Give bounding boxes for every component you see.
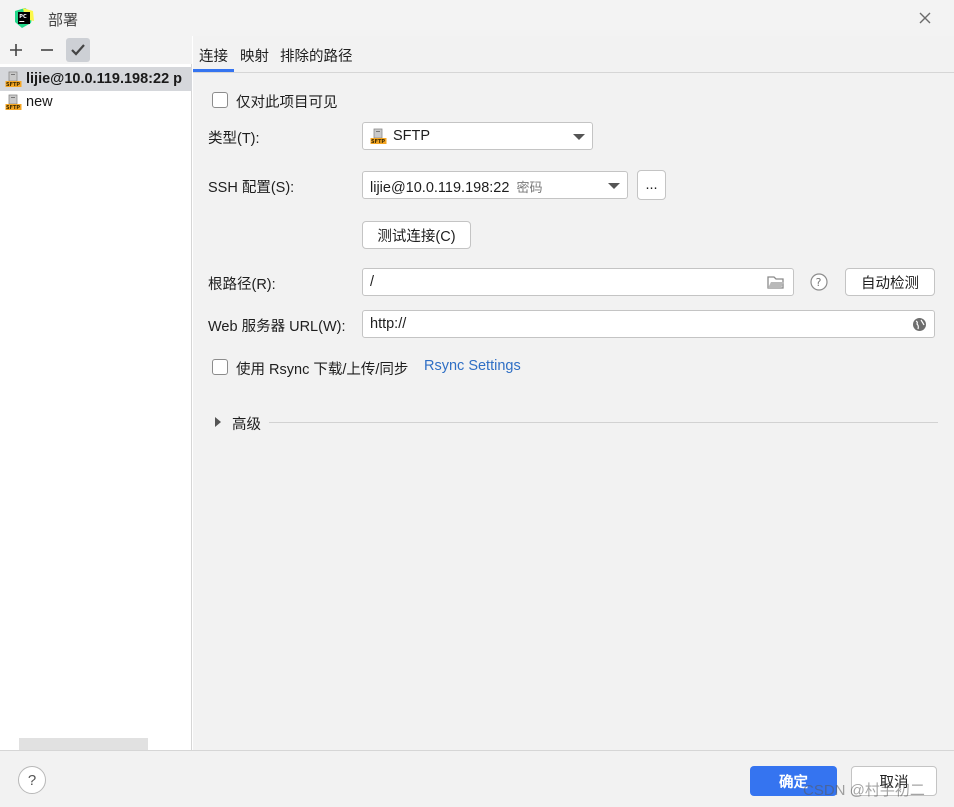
use-rsync-checkbox[interactable]: [212, 359, 228, 375]
horizontal-scrollbar[interactable]: [19, 738, 148, 750]
tab-excluded-paths[interactable]: 排除的路径: [280, 45, 353, 66]
title-bar: PC 部署: [0, 0, 954, 36]
server-list-toolbar: [0, 36, 192, 64]
server-item-lijie[interactable]: SFTP lijie@10.0.119.198:22 p: [0, 67, 192, 91]
ssh-config-combobox[interactable]: lijie@10.0.119.198:22 密码: [362, 171, 628, 199]
close-icon: [919, 12, 931, 24]
tab-connection[interactable]: 连接: [199, 45, 228, 66]
visible-only-checkbox[interactable]: [212, 92, 228, 108]
ssh-config-more-button[interactable]: ...: [637, 170, 666, 200]
chevron-down-icon: [573, 134, 585, 140]
root-path-label: 根路径(R):: [208, 277, 276, 293]
help-circle-icon[interactable]: ?: [810, 273, 828, 291]
type-value: SFTP: [393, 128, 431, 144]
server-item-label: lijie@10.0.119.198:22 p: [26, 71, 183, 87]
test-connection-button[interactable]: 测试连接(C): [362, 221, 471, 249]
root-path-field[interactable]: /: [362, 268, 794, 296]
remove-server-button[interactable]: [35, 38, 59, 62]
pycharm-logo-icon: PC: [15, 8, 34, 28]
server-item-label: new: [26, 94, 53, 110]
use-rsync-label: 使用 Rsync 下载/上传/同步: [236, 362, 409, 378]
help-button[interactable]: ?: [18, 766, 46, 794]
svg-text:SFTP: SFTP: [6, 82, 20, 88]
web-server-url-label: Web 服务器 URL(W):: [208, 319, 346, 335]
root-path-value: /: [370, 274, 375, 290]
dialog-footer: ? 确定 取消 CSDN @村手初二: [0, 750, 954, 807]
check-icon: [71, 44, 85, 56]
tabs-bar: 连接 映射 排除的路径: [193, 36, 954, 73]
add-server-button[interactable]: [4, 38, 28, 62]
server-list-panel: SFTP lijie@10.0.119.198:22 p SFTP new: [0, 36, 192, 750]
svg-text:?: ?: [816, 276, 822, 289]
chevron-down-icon: [608, 183, 620, 189]
ssh-config-label: SSH 配置(S):: [208, 180, 295, 196]
expand-arrow-icon[interactable]: [214, 417, 222, 427]
svg-text:SFTP: SFTP: [6, 105, 20, 111]
type-combobox[interactable]: SFTP SFTP: [362, 122, 593, 150]
web-server-url-value: http://: [370, 316, 407, 332]
watermark: CSDN @村手初二: [803, 782, 925, 799]
type-label: 类型(T):: [208, 131, 260, 147]
svg-text:PC: PC: [19, 14, 27, 20]
sftp-icon: SFTP: [370, 128, 387, 145]
tab-mappings[interactable]: 映射: [240, 45, 269, 66]
sftp-icon: SFTP: [5, 94, 22, 111]
ssh-auth-hint: 密码: [516, 180, 543, 195]
web-server-url-field[interactable]: http://: [362, 310, 935, 338]
globe-icon[interactable]: [912, 317, 927, 332]
visible-only-label: 仅对此项目可见: [236, 95, 338, 111]
plus-icon: [10, 44, 22, 56]
minus-icon: [41, 49, 53, 51]
window-title: 部署: [48, 12, 79, 29]
ssh-config-value-wrap: lijie@10.0.119.198:22 密码: [370, 177, 542, 196]
auto-detect-button[interactable]: 自动检测: [845, 268, 935, 296]
active-tab-indicator: [193, 69, 234, 72]
server-item-new[interactable]: SFTP new: [0, 90, 192, 114]
rsync-settings-link[interactable]: Rsync Settings: [424, 358, 521, 374]
sftp-icon: SFTP: [5, 71, 22, 88]
advanced-section-label[interactable]: 高级: [232, 413, 261, 434]
ssh-config-value: lijie@10.0.119.198:22: [370, 180, 510, 196]
svg-text:SFTP: SFTP: [371, 139, 385, 145]
close-button[interactable]: [912, 6, 938, 30]
folder-icon[interactable]: [767, 275, 785, 290]
server-settings-panel: 连接 映射 排除的路径 仅对此项目可见 类型(T): SFTP SFTP SSH…: [193, 36, 954, 750]
advanced-separator: [269, 422, 938, 423]
set-default-button[interactable]: [66, 38, 90, 62]
